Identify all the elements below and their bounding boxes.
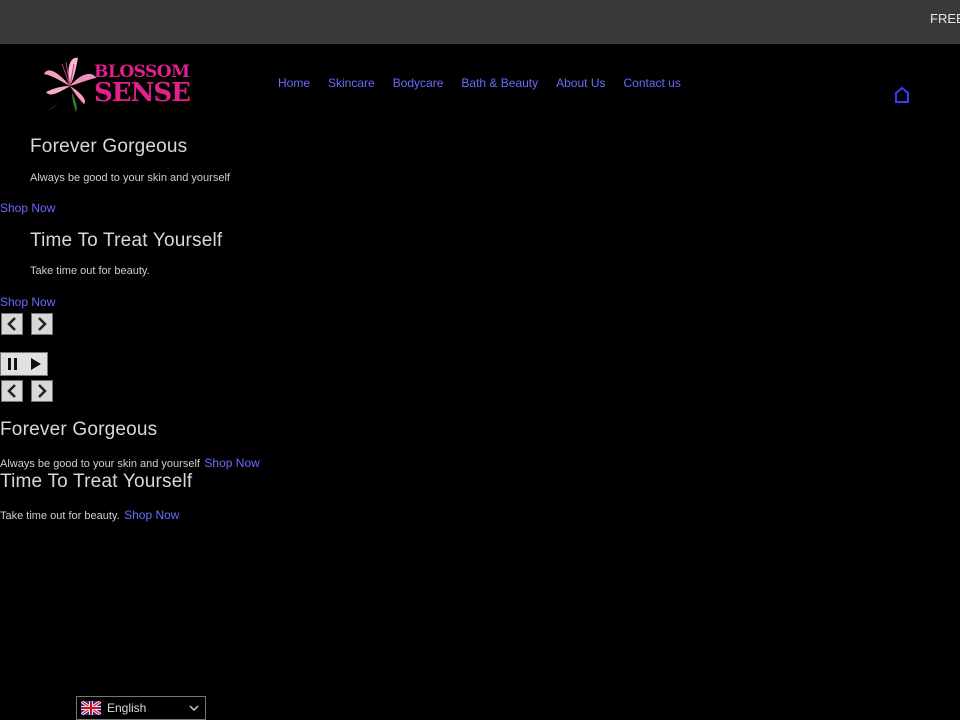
- slide-2-title: Time To Treat Yourself: [30, 230, 223, 251]
- slide-2-title-alt: Time To Treat Yourself: [0, 471, 193, 492]
- slide-1-title-alt: Forever Gorgeous: [0, 419, 158, 440]
- chevron-right-icon: [38, 317, 47, 331]
- slide-1-shop-now-link[interactable]: Shop Now: [0, 201, 55, 215]
- slider-next-button-2[interactable]: [31, 380, 53, 402]
- slide-2-shop-now-link-alt[interactable]: Shop Now: [124, 508, 179, 522]
- slide-1-caption-row: Always be good to your skin and yourself…: [0, 454, 260, 472]
- announcement-text: FREE: [930, 11, 960, 26]
- nav-about-us[interactable]: About Us: [556, 76, 605, 90]
- slider-next-button[interactable]: [31, 313, 53, 335]
- brand-name-line2: SENSE: [94, 78, 191, 108]
- pause-icon: [8, 358, 17, 370]
- slider-prev-button-2[interactable]: [1, 380, 23, 402]
- uk-flag-icon: [81, 701, 101, 715]
- slider-play-pause-button[interactable]: [0, 352, 48, 376]
- announcement-bar: FREE: [0, 0, 960, 44]
- slide-2-caption-row: Take time out for beauty. Shop Now: [0, 506, 179, 524]
- chevron-right-icon: [38, 384, 47, 398]
- cart-icon[interactable]: [894, 86, 910, 104]
- chevron-left-icon: [7, 317, 16, 331]
- site-logo[interactable]: BLOSSOM SENSE: [40, 52, 191, 114]
- slide-2-subtitle-alt: Take time out for beauty.: [0, 510, 120, 522]
- nav-skincare[interactable]: Skincare: [328, 76, 375, 90]
- lily-flower-icon: [44, 57, 96, 112]
- language-selector[interactable]: English: [76, 696, 206, 720]
- nav-bodycare[interactable]: Bodycare: [393, 76, 444, 90]
- slider-prev-button[interactable]: [1, 313, 23, 335]
- nav-contact-us[interactable]: Contact us: [623, 76, 680, 90]
- nav-home[interactable]: Home: [278, 76, 310, 90]
- play-icon: [31, 358, 41, 370]
- slide-1-shop-now-link-alt[interactable]: Shop Now: [204, 456, 259, 470]
- main-nav: Home Skincare Bodycare Bath & Beauty Abo…: [278, 76, 699, 90]
- slide-2-subtitle: Take time out for beauty.: [30, 265, 150, 277]
- slide-1-subtitle: Always be good to your skin and yourself: [30, 172, 230, 184]
- chevron-left-icon: [7, 384, 16, 398]
- slide-1-subtitle-alt: Always be good to your skin and yourself: [0, 458, 200, 470]
- language-label: English: [107, 701, 147, 715]
- nav-bath-beauty[interactable]: Bath & Beauty: [461, 76, 538, 90]
- slide-1-title: Forever Gorgeous: [30, 136, 188, 157]
- chevron-down-icon: [189, 705, 199, 712]
- slide-2-shop-now-link[interactable]: Shop Now: [0, 295, 55, 309]
